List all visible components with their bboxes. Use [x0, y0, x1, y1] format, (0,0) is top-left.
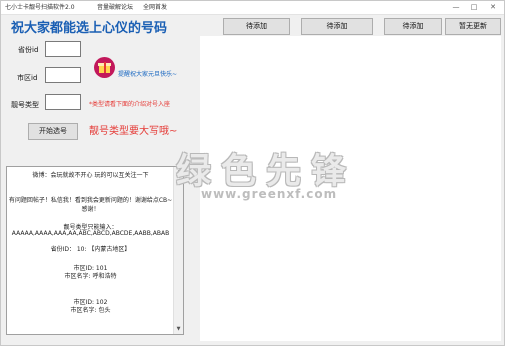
window-title: 七小士卡靓号扫描软件2.0: [5, 4, 75, 11]
type-hint-text: *类型请看下面的介绍对号入座: [89, 101, 171, 108]
pending-add-button-1[interactable]: 待添加: [223, 18, 290, 35]
promo-link[interactable]: 提醒祝大家元旦快乐~: [118, 69, 177, 78]
feedback-note: 有问题回帖子！私信我！看到我会更新问题的！谢谢给点CB~: [8, 197, 173, 204]
menu-item-forum[interactable]: 音量破解论坛: [97, 2, 133, 11]
scroll-down-icon[interactable]: ▼: [175, 326, 182, 332]
close-icon[interactable]: ✕: [485, 1, 501, 13]
thanks-note: 感谢！: [81, 206, 100, 213]
minimize-icon[interactable]: —: [448, 1, 464, 13]
page-heading: 祝大家都能选上心仪的号码: [11, 21, 168, 36]
province-id-input[interactable]: [45, 41, 81, 57]
no-update-button[interactable]: 暂无更新: [445, 18, 501, 35]
province-id-label: 省份id: [18, 46, 39, 54]
gift-icon: [94, 57, 115, 78]
province-info: 省份ID： 10: 【内蒙古地区】: [50, 246, 131, 253]
watermark-url: www.greenxf.com: [201, 187, 338, 201]
number-type-label: 靓号类型: [11, 101, 39, 109]
title-bar: 七小士卡靓号扫描软件2.0 音量破解论坛 全网首发 — □ ✕: [1, 1, 504, 15]
city-id-input[interactable]: [45, 67, 81, 83]
pending-add-button-3[interactable]: 待添加: [384, 18, 442, 35]
city-id-label: 市区id: [17, 74, 38, 82]
info-panel[interactable]: 微博：会玩就故不开心 玩的可以互关注一下 有问题回帖子！私信我！看到我会更新问题…: [6, 166, 184, 335]
number-type-input[interactable]: [45, 94, 81, 110]
pending-add-button-2[interactable]: 待添加: [301, 18, 373, 35]
menu-item-first-release[interactable]: 全网首发: [143, 2, 167, 11]
city-name-hohhot: 市区名字: 呼和浩特: [64, 273, 117, 280]
weibo-note: 微博：会玩就故不开心 玩的可以互关注一下: [32, 172, 149, 179]
maximize-icon[interactable]: □: [466, 1, 482, 13]
type-list: AAAAA,AAAA,AAA,AA,ABC,ABCD,ABCDE,AABB,AB…: [11, 230, 170, 237]
app-window: 七小士卡靓号扫描软件2.0 音量破解论坛 全网首发 — □ ✕ 祝大家都能选上心…: [0, 0, 505, 346]
uppercase-reminder: 靓号类型要大写哦~: [89, 126, 178, 137]
start-select-button[interactable]: 开始选号: [28, 123, 78, 140]
city-name-baotou: 市区名字: 包头: [70, 307, 111, 314]
